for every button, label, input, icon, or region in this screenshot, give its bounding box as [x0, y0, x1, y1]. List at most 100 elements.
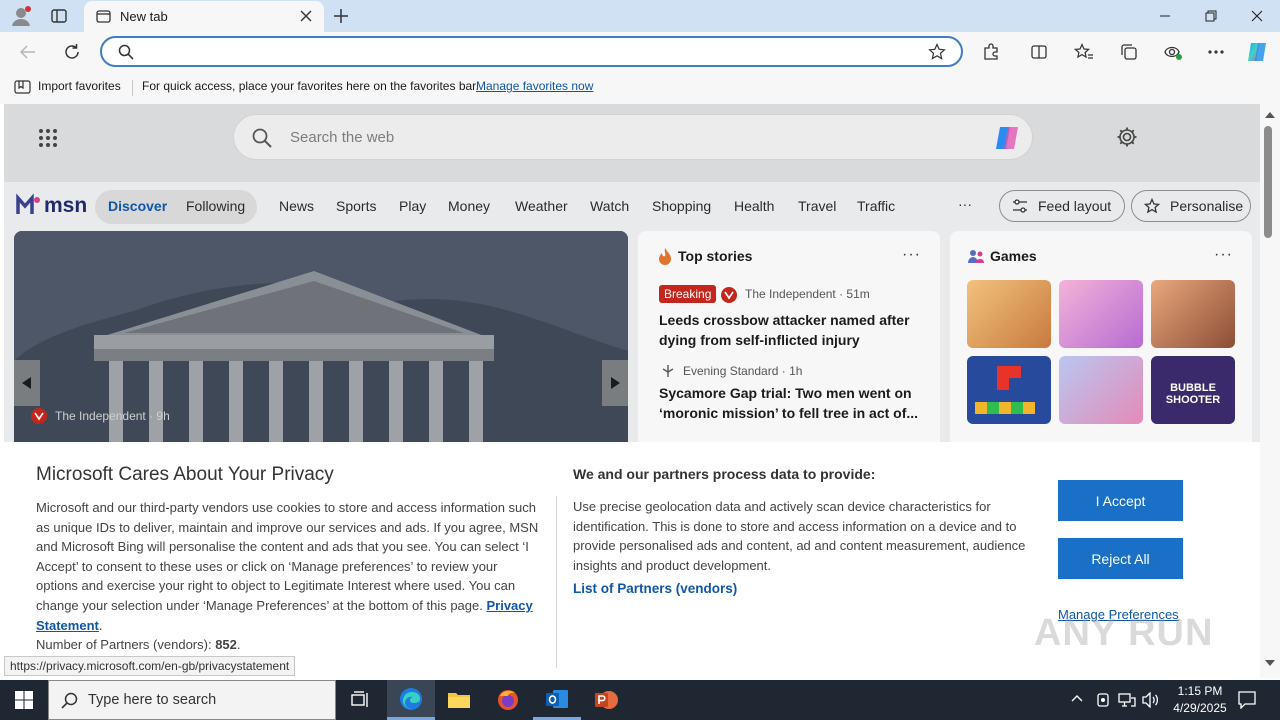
- games-people-icon: [968, 248, 985, 264]
- tray-device-icon[interactable]: [1096, 692, 1110, 708]
- start-windows-icon[interactable]: [0, 680, 48, 720]
- browser-essentials-icon[interactable]: [1161, 40, 1185, 64]
- copilot-search-icon[interactable]: [992, 123, 1022, 153]
- extensions-icon[interactable]: [979, 40, 1003, 64]
- game-tile-3[interactable]: [1151, 280, 1235, 348]
- import-favorites-button[interactable]: Import favorites: [38, 79, 121, 93]
- firefox-icon[interactable]: [484, 680, 532, 720]
- settings-more-icon[interactable]: [1204, 40, 1228, 64]
- web-search-placeholder: Search the web: [290, 129, 395, 146]
- search-icon: [118, 44, 134, 60]
- game-tile-1[interactable]: [967, 280, 1051, 348]
- nav-play[interactable]: Play: [399, 198, 426, 214]
- collections-icon[interactable]: [1117, 40, 1141, 64]
- favorites-icon[interactable]: [1072, 40, 1096, 64]
- back-arrow-icon[interactable]: [16, 40, 40, 64]
- edge-taskbar-icon[interactable]: [387, 680, 435, 720]
- scrollbar-thumb[interactable]: [1264, 126, 1272, 238]
- sliders-icon: [1012, 199, 1028, 213]
- story-1-source: The Independent · 51m: [745, 287, 870, 301]
- games-title: Games: [990, 248, 1037, 264]
- nav-shopping[interactable]: Shopping: [652, 198, 711, 214]
- blocks-puzzle-icon: [975, 366, 1035, 414]
- nav-money[interactable]: Money: [448, 198, 490, 214]
- carousel-prev-button[interactable]: [14, 360, 40, 406]
- refresh-icon[interactable]: [60, 40, 84, 64]
- task-view-icon[interactable]: [336, 680, 384, 720]
- feed-layout-label: Feed layout: [1038, 198, 1112, 214]
- carousel-next-button[interactable]: [602, 360, 628, 406]
- minimize-button[interactable]: [1142, 0, 1188, 32]
- volume-icon[interactable]: [1142, 692, 1160, 708]
- data-purposes-title: We and our partners process data to prov…: [573, 466, 876, 482]
- tab-following[interactable]: Following: [186, 198, 245, 214]
- games-more-button[interactable]: ···: [1214, 246, 1233, 264]
- browser-toolbar: [0, 32, 1280, 72]
- taskbar-clock[interactable]: 1:15 PM 4/29/2025: [1164, 683, 1236, 717]
- game-tile-bubble-shooter[interactable]: BUBBLE SHOOTER: [1151, 356, 1235, 424]
- vendors-list-link[interactable]: List of Partners (vendors): [573, 581, 737, 596]
- flame-icon: [658, 248, 672, 265]
- status-url-tooltip: https://privacy.microsoft.com/en-gb/priv…: [4, 656, 296, 676]
- game-tile-2[interactable]: [1059, 280, 1143, 348]
- nav-weather[interactable]: Weather: [515, 198, 568, 214]
- story-1-headline[interactable]: Leeds crossbow attacker named after dyin…: [659, 310, 919, 350]
- close-tab-icon[interactable]: [300, 10, 312, 22]
- story-2-headline[interactable]: Sycamore Gap trial: Two men went on ‘mor…: [659, 383, 919, 423]
- page-scrollbar[interactable]: [1260, 104, 1280, 678]
- outlook-icon[interactable]: [533, 680, 581, 720]
- personalise-icon: [1144, 198, 1160, 214]
- favorite-star-icon[interactable]: [928, 43, 946, 61]
- nav-traffic[interactable]: Traffic: [857, 198, 895, 214]
- tray-chevron-up-icon[interactable]: [1071, 694, 1083, 702]
- game-tile-4[interactable]: [967, 356, 1051, 424]
- tab-discover[interactable]: Discover: [108, 198, 167, 214]
- address-bar[interactable]: [100, 36, 963, 67]
- clock-date: 4/29/2025: [1173, 701, 1227, 715]
- reject-all-button[interactable]: Reject All: [1058, 538, 1183, 579]
- tab-actions-icon[interactable]: [50, 7, 68, 25]
- new-tab-plus-icon[interactable]: [332, 7, 350, 25]
- split-screen-icon[interactable]: [1027, 40, 1051, 64]
- network-icon[interactable]: [1118, 692, 1136, 708]
- title-bar: New tab: [0, 0, 1280, 32]
- import-favorites-icon: [14, 79, 31, 95]
- accept-button[interactable]: I Accept: [1058, 480, 1183, 521]
- file-explorer-icon[interactable]: [435, 680, 483, 720]
- tab-title: New tab: [120, 9, 168, 24]
- msn-logo-icon[interactable]: [16, 192, 42, 218]
- manage-favorites-link[interactable]: Manage favorites now: [476, 79, 593, 93]
- web-search-icon: [252, 128, 272, 148]
- profile-avatar-icon[interactable]: [10, 5, 32, 27]
- settings-gear-icon[interactable]: [1116, 126, 1138, 148]
- scroll-up-arrow-icon[interactable]: [1265, 112, 1275, 118]
- restore-button[interactable]: [1188, 0, 1234, 32]
- nav-watch[interactable]: Watch: [590, 198, 629, 214]
- tab-new-tab[interactable]: New tab: [84, 1, 324, 32]
- powerpoint-icon[interactable]: [582, 680, 630, 720]
- game-tile-5[interactable]: [1059, 356, 1143, 424]
- top-stories-more-button[interactable]: ···: [902, 246, 921, 264]
- apps-grid-icon[interactable]: [38, 128, 58, 148]
- personalise-button[interactable]: Personalise: [1131, 190, 1251, 222]
- feed-layout-button[interactable]: Feed layout: [999, 190, 1125, 222]
- nav-health[interactable]: Health: [734, 198, 774, 214]
- web-search-box[interactable]: Search the web: [233, 114, 1033, 160]
- taskbar-search-box[interactable]: Type here to search: [48, 680, 336, 720]
- nav-travel[interactable]: Travel: [798, 198, 836, 214]
- msn-logo-text: msn: [44, 194, 88, 217]
- nav-sports[interactable]: Sports: [336, 198, 376, 214]
- windows-taskbar: Type here to search 1:15 PM 4/29/2025: [0, 680, 1280, 720]
- clock-time: 1:15 PM: [1177, 684, 1223, 698]
- msn-nav-row: msn Discover Following News Sports Play …: [4, 184, 1260, 230]
- notifications-icon[interactable]: [1238, 691, 1256, 709]
- close-window-button[interactable]: [1234, 0, 1280, 32]
- copilot-icon[interactable]: [1245, 40, 1269, 64]
- nav-news[interactable]: News: [279, 198, 314, 214]
- breaking-badge: Breaking: [659, 285, 717, 303]
- independent-logo-icon: [721, 287, 737, 303]
- nav-more-button[interactable]: ···: [958, 196, 972, 212]
- new-tab-page-icon: [96, 9, 111, 24]
- scroll-down-arrow-icon[interactable]: [1265, 660, 1275, 666]
- partners-label: Number of Partners (vendors):: [36, 637, 216, 653]
